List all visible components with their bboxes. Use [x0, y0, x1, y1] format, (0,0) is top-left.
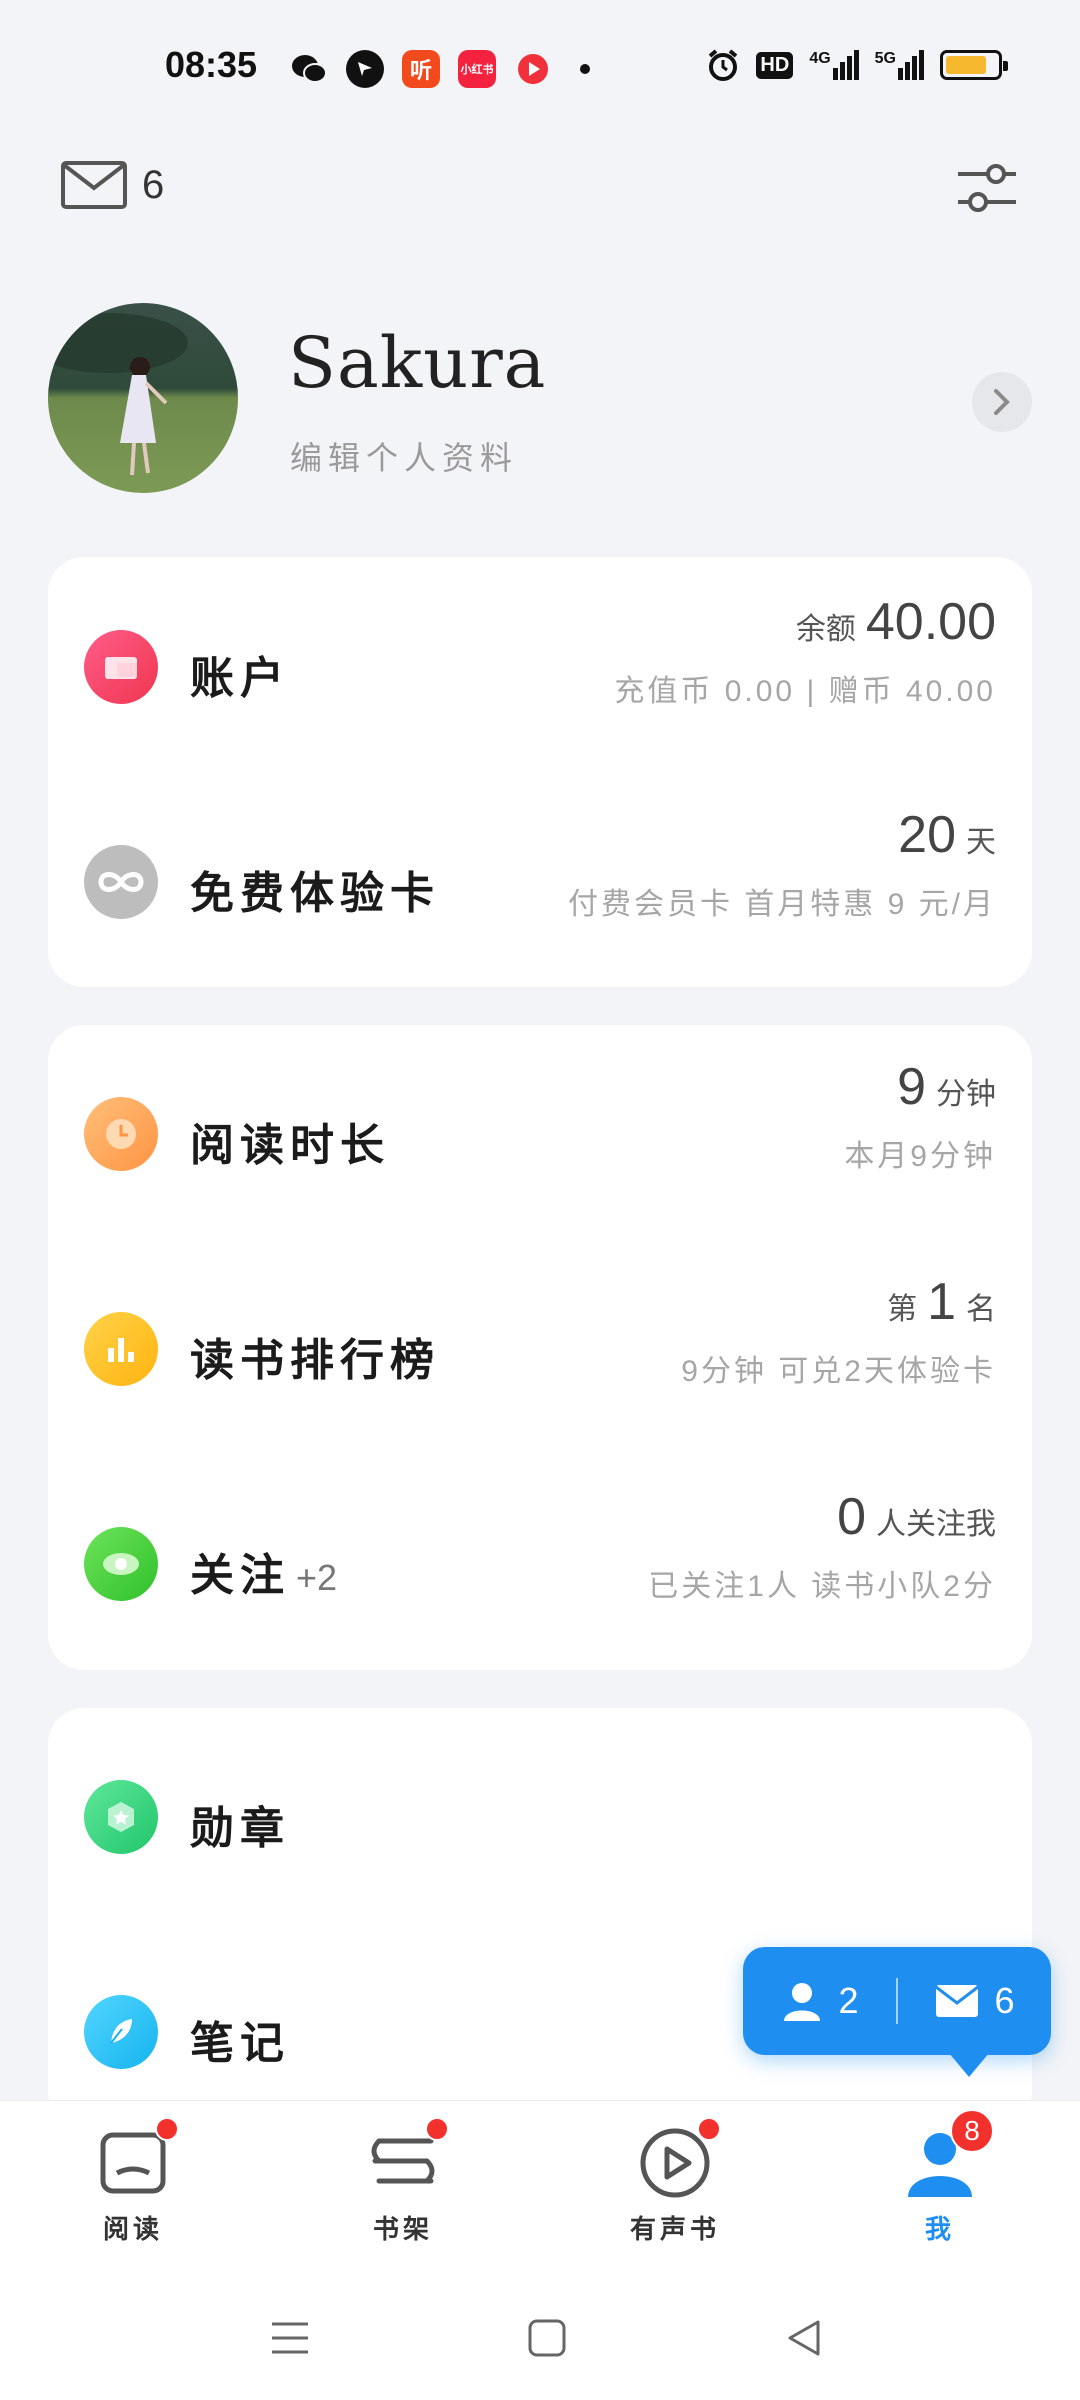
follow-title-wrap: 关注 +2	[190, 1539, 337, 1603]
feather-icon	[84, 1995, 158, 2069]
wechat-icon	[290, 50, 328, 88]
home-square-icon[interactable]	[527, 2318, 567, 2363]
tab-audiobooks[interactable]: 有声书	[595, 2117, 755, 2246]
profile-chevron-right-icon[interactable]	[972, 372, 1032, 432]
reading-time-value: 9	[897, 1058, 926, 1116]
messages-bubble-button[interactable]: 6	[898, 1980, 1051, 2022]
balance-prefix: 余额	[795, 613, 856, 646]
envelope-icon	[935, 1985, 980, 2017]
medal-icon	[84, 1780, 158, 1854]
avatar[interactable]	[48, 303, 238, 493]
signal-4g-label: 4G	[809, 50, 831, 67]
tab-me[interactable]: 8 我	[860, 2109, 1020, 2246]
books-stack-icon	[363, 2117, 449, 2201]
video-icon	[514, 50, 552, 88]
ranking-unit: 名	[966, 1293, 996, 1326]
balance-value: 40.00	[865, 593, 996, 651]
balance-detail: 充值币 0.00 | 赠币 40.00	[614, 675, 996, 708]
tab-reading[interactable]: 阅读	[53, 2117, 213, 2246]
reading-time-unit: 分钟	[936, 1078, 996, 1111]
audiobooks-red-dot	[697, 2117, 721, 2141]
trial-detail: 付费会员卡 首月特惠 9 元/月	[567, 888, 996, 921]
more-card: 勋章 笔记	[48, 1708, 1032, 2128]
followers-value: 0	[837, 1488, 866, 1546]
ranking-prefix: 第	[887, 1293, 918, 1326]
signal-5g-label: 5G	[874, 50, 896, 67]
trial-days-unit: 天	[966, 826, 996, 859]
friends-bubble-button[interactable]: 2	[743, 1979, 896, 2023]
account-title: 账户	[190, 654, 290, 703]
tab-bookshelf[interactable]: 书架	[323, 2117, 483, 2246]
me-badge: 8	[950, 2109, 994, 2153]
ting-icon: 听	[402, 50, 440, 88]
book-open-icon	[93, 2117, 179, 2201]
messages-count: 6	[994, 1980, 1015, 2021]
browser-icon	[346, 50, 384, 88]
status-bar: 08:35 听 小红书 HD 4G 5G	[0, 0, 1080, 135]
ranking-row[interactable]: 读书排行榜 第1名 9分钟 可兑2天体验卡	[48, 1273, 1032, 1430]
medals-title: 勋章	[190, 1804, 290, 1853]
signal-5g-icon: 5G	[875, 50, 924, 80]
battery-icon	[940, 50, 1008, 80]
profile-name[interactable]: Sakura	[288, 322, 546, 404]
reading-red-dot	[155, 2117, 179, 2141]
status-app-icons: 听 小红书	[290, 50, 590, 88]
mail-icon	[61, 161, 127, 209]
clock-icon	[84, 1097, 158, 1171]
ranking-title: 读书排行榜	[190, 1336, 440, 1385]
menu-icon[interactable]	[270, 2318, 310, 2363]
more-notifications-dot	[580, 64, 590, 74]
bottom-nav: 阅读 书架 有声书 8 我	[0, 2100, 1080, 2280]
trial-card-row[interactable]: 免费体验卡 20 天 付费会员卡 首月特惠 9 元/月	[48, 806, 1032, 957]
infinity-icon	[84, 845, 158, 919]
follow-title: 关注	[190, 1551, 290, 1600]
eye-icon	[84, 1527, 158, 1601]
inbox-button[interactable]: 6	[60, 160, 164, 210]
edit-profile-link[interactable]: 编辑个人资料	[290, 433, 518, 479]
alarm-icon	[709, 49, 738, 81]
reading-time-title: 阅读时长	[190, 1121, 390, 1170]
wallet-icon	[84, 630, 158, 704]
social-bubble[interactable]: 2 6	[743, 1947, 1051, 2077]
tab-audiobooks-label: 有声书	[629, 2214, 720, 2244]
tab-me-label: 我	[924, 2214, 955, 2244]
mail-count: 6	[142, 162, 165, 207]
battery-level	[946, 56, 986, 74]
person-icon	[784, 1983, 821, 2021]
notes-title: 笔记	[190, 2019, 290, 2068]
tab-reading-label: 阅读	[102, 2214, 163, 2244]
medals-row[interactable]: 勋章	[48, 1748, 1032, 1898]
bar-chart-icon	[84, 1312, 158, 1386]
status-time: 08:35	[165, 44, 258, 85]
friends-count: 2	[838, 1980, 859, 2021]
tab-bookshelf-label: 书架	[372, 2214, 433, 2244]
stats-card: 阅读时长 9 分钟 本月9分钟 读书排行榜 第1名 9分钟 可兑2天体验卡 关注 +…	[48, 1025, 1032, 1670]
account-card: 账户 余额 40.00 充值币 0.00 | 赠币 40.00 免费体验卡 20 天…	[48, 557, 1032, 987]
follow-row[interactable]: 关注 +2 0 人关注我 已关注1人 读书小队2分	[48, 1488, 1032, 1645]
account-row[interactable]: 账户 余额 40.00 充值币 0.00 | 赠币 40.00	[48, 592, 1032, 742]
trial-days-value: 20	[898, 806, 956, 864]
person-filled-icon: 8	[900, 2109, 994, 2201]
follow-extra: +2	[296, 1557, 338, 1598]
trial-title: 免费体验卡	[190, 869, 440, 918]
follow-detail: 已关注1人 读书小队2分	[648, 1570, 996, 1603]
ranking-value: 1	[927, 1273, 956, 1331]
signal-4g-icon: 4G	[809, 50, 859, 80]
system-nav	[0, 2280, 1080, 2400]
play-circle-icon	[635, 2117, 721, 2201]
xiaohongshu-icon: 小红书	[458, 50, 496, 88]
back-triangle-icon[interactable]	[784, 2318, 824, 2363]
ranking-detail: 9分钟 可兑2天体验卡	[681, 1355, 996, 1388]
reading-time-row[interactable]: 阅读时长 9 分钟 本月9分钟	[48, 1058, 1032, 1215]
bookshelf-red-dot	[425, 2117, 449, 2141]
status-right: HD 4G 5G	[706, 48, 1008, 82]
settings-sliders-icon[interactable]	[956, 160, 1018, 223]
reading-time-detail: 本月9分钟	[844, 1140, 996, 1173]
followers-unit: 人关注我	[876, 1508, 996, 1541]
hd-icon: HD	[756, 51, 794, 79]
